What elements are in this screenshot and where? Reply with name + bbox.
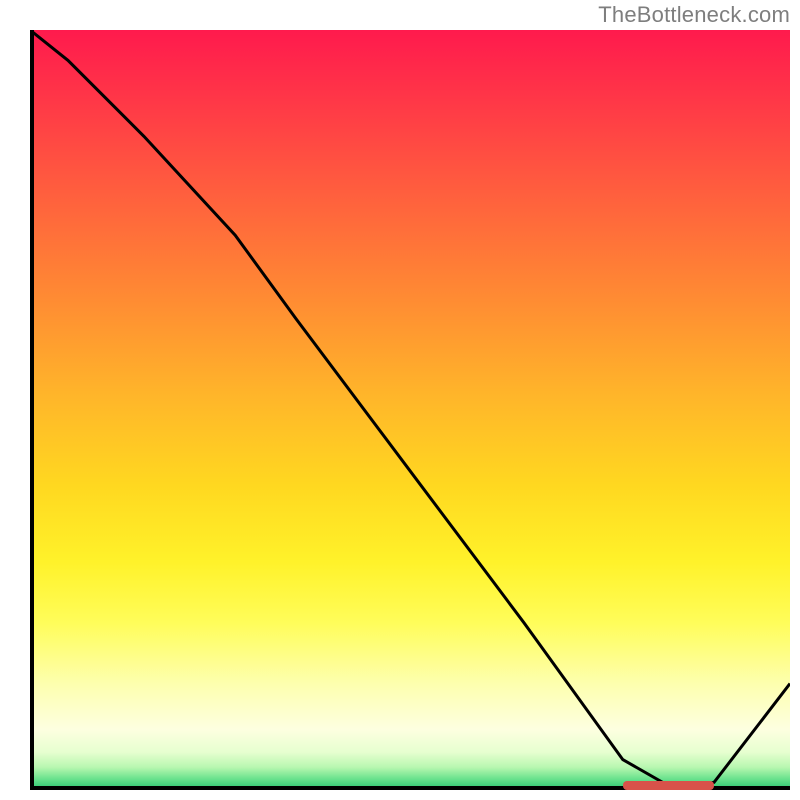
salmon-marker <box>623 781 714 790</box>
chart-line-path <box>30 30 790 790</box>
chart-line <box>30 30 790 790</box>
attribution-text: TheBottleneck.com <box>598 2 790 28</box>
chart-plot-area <box>30 30 790 790</box>
